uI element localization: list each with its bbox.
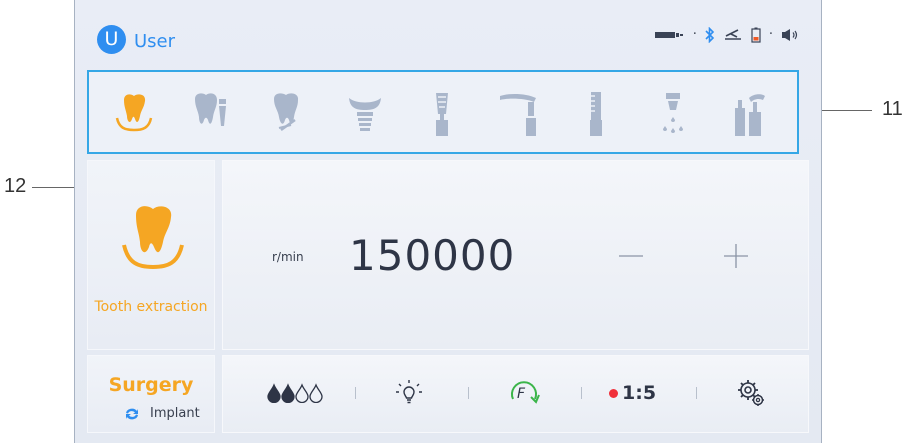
top-bar: U User · ·	[75, 0, 821, 62]
direction-control[interactable]: F	[505, 378, 541, 408]
ratio-control[interactable]: 1:5	[609, 378, 656, 408]
spray-icon[interactable]	[652, 90, 694, 138]
ratio-status-dot	[609, 388, 618, 398]
procedure-name: Surgery	[108, 374, 194, 396]
bone-saw-icon[interactable]	[575, 90, 617, 138]
status-separator: ·	[768, 27, 773, 42]
settings-icon	[738, 380, 764, 406]
coolant-level-control[interactable]	[267, 378, 327, 408]
separator	[355, 387, 356, 399]
controls-panel: F 1:5	[222, 355, 809, 433]
tooth-extraction-large-icon	[122, 206, 184, 270]
status-bar: · ·	[654, 27, 799, 43]
separator	[468, 387, 469, 399]
bluetooth-icon	[705, 27, 714, 43]
device-screen: U User · · Tooth extraction r/min 150000…	[74, 0, 822, 443]
callout-12-label: 12	[4, 175, 27, 197]
battery-low-icon	[751, 27, 761, 43]
mode-panel[interactable]: Tooth extraction	[87, 160, 215, 350]
separator	[696, 387, 697, 399]
volume-icon[interactable]	[781, 28, 799, 42]
coolant-drops-icon	[267, 383, 323, 403]
speed-unit: r/min	[272, 250, 304, 264]
user-avatar[interactable]: U	[97, 25, 126, 54]
plus-icon[interactable]	[723, 243, 749, 269]
procedure-sub[interactable]: Implant	[124, 406, 200, 421]
tooth-scaling-icon[interactable]	[267, 90, 309, 138]
light-icon	[396, 380, 422, 404]
status-separator: ·	[692, 27, 697, 42]
minus-icon[interactable]	[618, 243, 644, 269]
coolant-drop-empty	[309, 383, 323, 403]
coolant-drop-filled	[267, 383, 281, 403]
implant-abutment-icon[interactable]	[344, 90, 386, 138]
contra-angle-icon[interactable]	[498, 90, 540, 138]
callout-11-label: 11	[882, 98, 903, 120]
handpiece-connected-icon	[654, 32, 683, 38]
tooth-extraction-icon[interactable]	[113, 90, 155, 138]
tool-selection-bar	[87, 70, 799, 154]
speed-panel: r/min 150000	[222, 160, 809, 350]
speed-value[interactable]: 150000	[349, 231, 515, 280]
separator	[581, 387, 582, 399]
direction-label: F	[517, 386, 526, 402]
mode-label: Tooth extraction	[94, 299, 208, 315]
handpiece-set-icon[interactable]	[729, 90, 771, 138]
light-control[interactable]	[395, 378, 423, 408]
procedure-panel[interactable]: Surgery Implant	[87, 355, 215, 433]
tooth-implant-icon[interactable]	[190, 90, 232, 138]
user-name: User	[134, 31, 176, 52]
procedure-sub-label: Implant	[150, 406, 200, 421]
straight-bur-icon[interactable]	[421, 90, 463, 138]
switch-icon	[126, 408, 138, 419]
foot-pedal-icon	[724, 29, 741, 40]
coolant-drop-filled	[281, 383, 295, 403]
coolant-drop-empty	[295, 383, 309, 403]
settings-control[interactable]	[736, 378, 766, 408]
ratio-value: 1:5	[622, 382, 657, 404]
